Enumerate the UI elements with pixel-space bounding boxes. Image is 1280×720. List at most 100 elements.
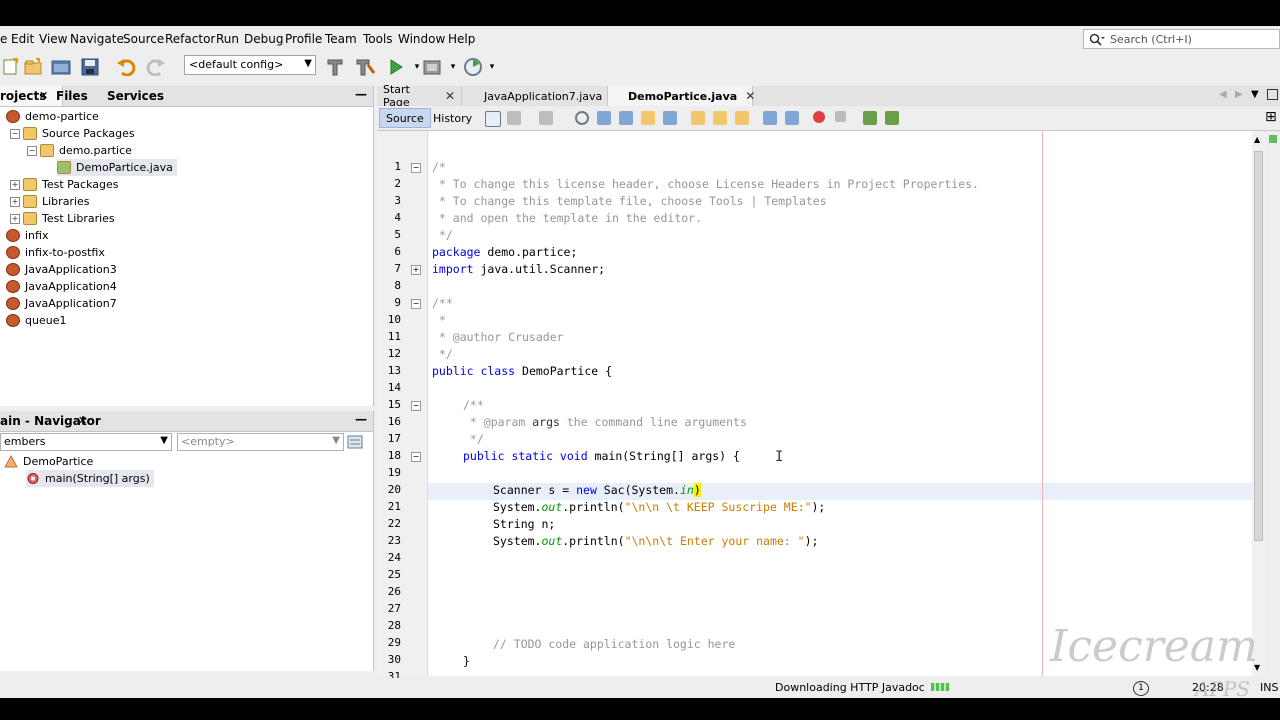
navigator-item-method[interactable]: main(String[] args) (26, 470, 154, 487)
debug-project-icon[interactable] (422, 56, 444, 78)
new-project-icon[interactable] (22, 56, 44, 78)
toggle-highlight-icon[interactable] (641, 111, 655, 125)
scroll-up-icon[interactable]: ▲ (1254, 135, 1260, 144)
tree-item[interactable]: DemoPartice.java (57, 159, 177, 176)
toggle-bookmark-icon[interactable] (735, 111, 749, 125)
fold-toggle-icon[interactable]: − (411, 299, 421, 309)
build-icon[interactable] (324, 56, 346, 78)
tab-javaapplication7[interactable]: JavaApplication7.java ✕ (462, 86, 620, 106)
save-all-icon[interactable] (79, 56, 101, 78)
find-previous-icon[interactable] (597, 111, 611, 125)
fold-toggle-icon[interactable]: − (411, 163, 421, 173)
fold-toggle-icon[interactable]: + (411, 265, 421, 275)
expand-toggle-icon[interactable]: − (27, 146, 37, 156)
redo-icon[interactable] (145, 56, 167, 78)
menu-window[interactable]: Window (398, 32, 445, 46)
find-icon[interactable] (575, 111, 589, 125)
scroll-right-icon[interactable]: ▶ (1235, 89, 1243, 100)
tree-item[interactable]: JavaApplication7 (6, 295, 117, 312)
filter-select[interactable]: <empty> ▼ (177, 433, 344, 451)
navigator-panel: ain - Navigator ✕ — embers ▼ <empty> ▼ D… (0, 411, 374, 671)
package-icon (23, 195, 37, 208)
tree-item-label: JavaApplication7 (25, 297, 117, 310)
members-select[interactable]: embers ▼ (0, 433, 172, 451)
stop-macro-icon[interactable] (835, 111, 846, 122)
filter-options-icon[interactable] (346, 433, 364, 451)
menu-navigate[interactable]: Navigate (70, 32, 124, 46)
fold-toggle-icon[interactable]: − (411, 452, 421, 462)
open-project-icon[interactable] (50, 56, 72, 78)
forward-icon[interactable] (539, 111, 553, 125)
comment-icon[interactable] (863, 111, 877, 125)
last-edit-icon[interactable] (485, 111, 501, 127)
menu-source[interactable]: Source (123, 32, 164, 46)
tab-services[interactable]: Services (107, 89, 164, 103)
find-next-icon[interactable] (619, 111, 633, 125)
tree-item[interactable]: infix-to-postfix (6, 244, 105, 261)
code-editor[interactable]: 1−2 3 4 5 6 7 +8 9−10 11 12 13 14 15−16 17 18−19 20 21 22… (377, 131, 1252, 698)
shift-left-icon[interactable] (763, 111, 777, 125)
tree-item[interactable]: Libraries (23, 193, 90, 210)
tab-files[interactable]: Files (56, 89, 88, 103)
close-icon[interactable]: ✕ (445, 89, 455, 103)
navigator-item-class[interactable]: DemoPartice (4, 453, 93, 470)
shift-right-icon[interactable] (785, 111, 799, 125)
previous-bookmark-icon[interactable] (691, 111, 705, 125)
progress-bar[interactable] (931, 683, 949, 691)
chevron-down-icon[interactable]: ▼ (1251, 89, 1259, 100)
menu-edit[interactable]: Edit (11, 32, 34, 46)
split-editor-icon[interactable]: ⊞ (1265, 109, 1277, 125)
history-mode-button[interactable]: History (427, 108, 478, 128)
close-icon[interactable]: ✕ (78, 414, 87, 427)
close-icon[interactable]: ✕ (39, 89, 48, 102)
menu-help[interactable]: Help (448, 32, 475, 46)
menu-tools[interactable]: Tools (363, 32, 393, 46)
scrollbar-thumb[interactable] (1254, 151, 1263, 541)
undo-icon[interactable] (115, 56, 137, 78)
menu-debug[interactable]: Debug (244, 32, 283, 46)
config-select[interactable]: <default config> ▼ (184, 55, 316, 75)
source-mode-button[interactable]: Source (379, 108, 431, 128)
fold-toggle-icon[interactable]: − (411, 401, 421, 411)
back-icon[interactable] (507, 111, 521, 125)
menu-file[interactable]: e (0, 32, 7, 46)
uncomment-icon[interactable] (885, 111, 899, 125)
minimize-icon[interactable]: — (355, 87, 367, 101)
maximize-icon[interactable] (1267, 89, 1278, 100)
tab-demopartice[interactable]: DemoPartice.java ✕ (608, 86, 755, 106)
tree-item[interactable]: Test Packages (23, 176, 118, 193)
search-input[interactable]: Search (Ctrl+I) (1083, 29, 1280, 49)
clean-build-icon[interactable] (354, 56, 376, 78)
minimize-icon[interactable]: — (355, 412, 367, 426)
debug-dropdown-icon[interactable]: ▾ (442, 56, 464, 78)
tree-item[interactable]: JavaApplication3 (6, 261, 117, 278)
menu-profile[interactable]: Profile (285, 32, 322, 46)
line-number: 21 (387, 500, 401, 513)
menu-team[interactable]: Team (325, 32, 357, 46)
toggle-selection-icon[interactable] (663, 111, 677, 125)
tree-item[interactable]: queue1 (6, 312, 66, 329)
tree-item[interactable]: JavaApplication4 (6, 278, 117, 295)
tree-item[interactable]: infix (6, 227, 48, 244)
menu-run[interactable]: Run (216, 32, 239, 46)
expand-toggle-icon[interactable]: + (10, 214, 20, 224)
code-line-3: * To change this template file, choose T… (432, 194, 827, 208)
scroll-left-icon[interactable]: ◀ (1219, 89, 1227, 100)
tree-item[interactable]: demo-partice (6, 108, 99, 125)
profile-dropdown-icon[interactable]: ▾ (481, 56, 503, 78)
expand-toggle-icon[interactable]: + (10, 197, 20, 207)
expand-toggle-icon[interactable]: + (10, 180, 20, 190)
expand-toggle-icon[interactable]: − (10, 129, 20, 139)
close-icon[interactable]: ✕ (745, 89, 755, 103)
menu-view[interactable]: View (39, 32, 67, 46)
new-file-icon[interactable] (0, 56, 22, 78)
tree-item[interactable]: Source Packages (23, 125, 135, 142)
run-project-icon[interactable] (385, 56, 407, 78)
start-macro-icon[interactable] (813, 111, 825, 123)
menu-refactor[interactable]: Refactor (165, 32, 215, 46)
vertical-scrollbar[interactable]: ▲ ▼ (1252, 131, 1265, 676)
next-bookmark-icon[interactable] (713, 111, 727, 125)
tab-start-page[interactable]: Start Page ✕ (377, 83, 462, 109)
tree-item[interactable]: Test Libraries (23, 210, 115, 227)
tree-item[interactable]: demo.partice (40, 142, 132, 159)
